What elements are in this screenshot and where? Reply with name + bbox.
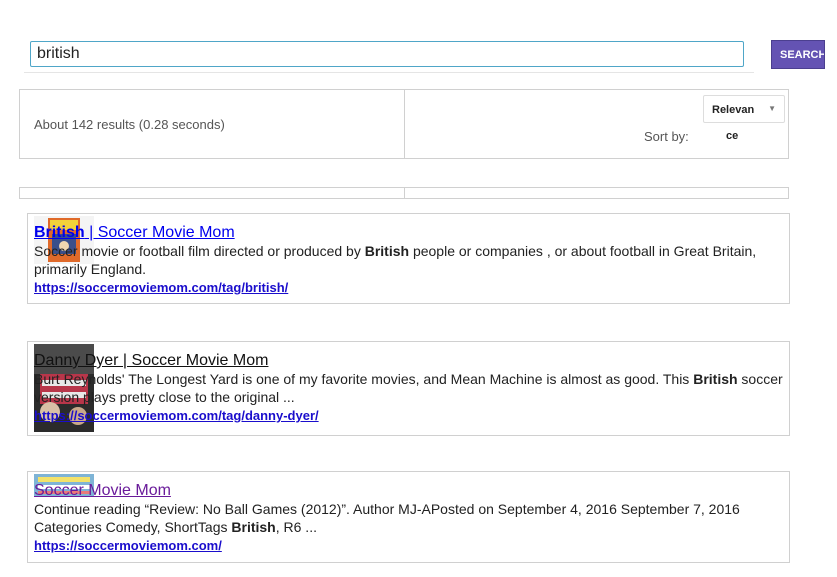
- result-url-link[interactable]: https://soccermoviemom.com/tag/british/: [34, 280, 288, 295]
- search-result: Danny Dyer | Soccer Movie Mom Burt Reyno…: [27, 341, 790, 436]
- sort-select-overflow-text: ce: [726, 130, 739, 142]
- result-title-link[interactable]: Danny Dyer | Soccer Movie Mom: [34, 352, 268, 370]
- sort-by-label: Sort by:: [644, 129, 689, 144]
- search-input[interactable]: [30, 41, 744, 67]
- result-url-link[interactable]: https://soccermoviemom.com/: [34, 538, 222, 553]
- results-summary-panel: About 142 results (0.28 seconds) Relevan…: [19, 89, 789, 159]
- search-button[interactable]: SEARCH: [771, 40, 825, 69]
- search-result: Soccer Movie Mom Continue reading “Revie…: [27, 471, 790, 563]
- sort-by-select[interactable]: Relevan ▼: [703, 95, 785, 123]
- chevron-down-icon: ▼: [768, 104, 776, 113]
- result-count: About 142 results (0.28 seconds): [34, 117, 225, 132]
- result-url-link[interactable]: https://soccermoviemom.com/tag/danny-dye…: [34, 408, 319, 423]
- result-title-link[interactable]: Soccer Movie Mom: [34, 482, 171, 500]
- result-snippet: Burt Reynolds' The Longest Yard is one o…: [34, 371, 783, 405]
- panel-divider: [404, 90, 405, 158]
- empty-toolbar: [19, 187, 789, 199]
- result-title-link[interactable]: British | Soccer Movie Mom: [34, 224, 235, 242]
- search-result: British | Soccer Movie Mom Soccer movie …: [27, 213, 790, 304]
- toolbar-divider: [404, 188, 405, 198]
- result-snippet: Continue reading “Review: No Ball Games …: [34, 501, 740, 535]
- sort-select-value: Relevan: [712, 104, 755, 116]
- search-bar: [24, 37, 754, 73]
- result-snippet: Soccer movie or football film directed o…: [34, 243, 757, 277]
